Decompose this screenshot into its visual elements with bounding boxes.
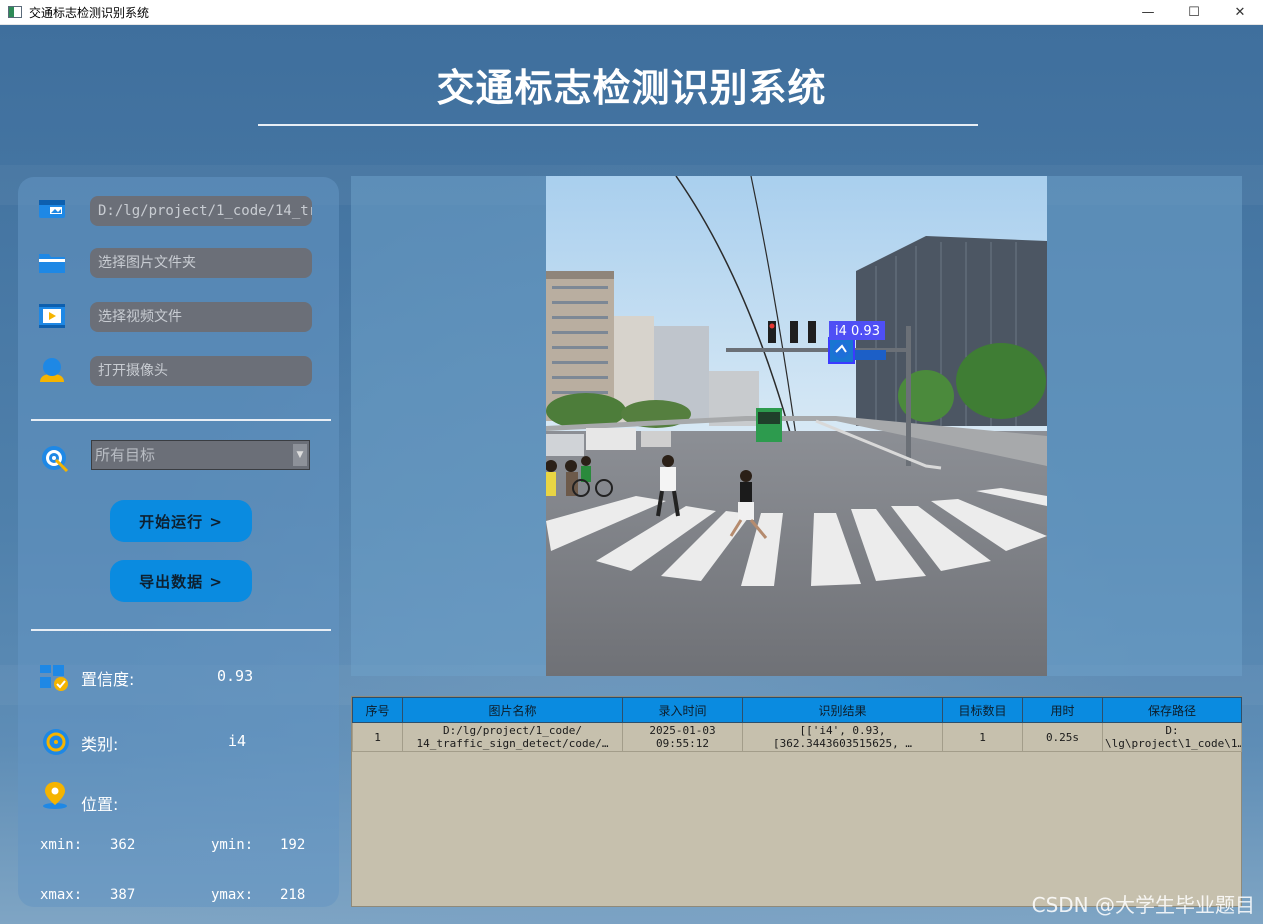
folder-icon[interactable]	[37, 247, 67, 277]
image-path-field[interactable]: D:/lg/project/1_code/14_tra	[90, 196, 312, 226]
cell-time[interactable]: 2025-01-03 09:55:12	[622, 722, 743, 752]
camera-field[interactable]: 打开摄像头	[90, 356, 312, 386]
cell-text: \lg\project\1_code\1…	[1105, 737, 1242, 750]
column-header[interactable]: 用时	[1022, 697, 1103, 723]
control-panel: D:/lg/project/1_code/14_tra 选择图片文件夹 选择视频…	[18, 177, 339, 907]
minimize-button[interactable]: —	[1125, 0, 1171, 24]
divider	[31, 629, 331, 631]
chevron-down-icon[interactable]: ▼	[293, 444, 307, 466]
confidence-label: 置信度:	[81, 670, 135, 689]
cell-result[interactable]: [['i4', 0.93, [362.3443603515625, …	[742, 722, 943, 752]
page-title: 交通标志检测识别系统	[436, 66, 827, 110]
cell-text: 09:55:12	[656, 737, 709, 750]
column-header[interactable]: 录入时间	[622, 697, 743, 723]
column-header[interactable]: 目标数目	[942, 697, 1023, 723]
cell-index[interactable]: 1	[352, 722, 403, 752]
cell-text: [['i4', 0.93,	[799, 724, 886, 737]
target-icon	[42, 446, 69, 473]
class-value: i4	[228, 732, 247, 750]
class-icon	[43, 729, 69, 755]
table-row[interactable]: 1 D:/lg/project/1_code/ 14_traffic_sign_…	[352, 722, 1242, 752]
cell-text: 14_traffic_sign_detect/code/…	[416, 737, 609, 750]
xmax-value: 387	[110, 887, 136, 903]
cell-text: D:	[1165, 724, 1179, 737]
results-table: 序号 图片名称 录入时间 识别结果 目标数目 用时 保存路径 1 D:/lg/p…	[351, 696, 1242, 907]
maximize-button[interactable]: ☐	[1171, 0, 1217, 24]
app-main: 交通标志检测识别系统 D:/lg/project/1_code/14_tra 选…	[0, 25, 1263, 924]
table-header-row: 序号 图片名称 录入时间 识别结果 目标数目 用时 保存路径	[352, 697, 1242, 723]
location-pin-icon	[43, 782, 67, 809]
confidence-icon	[40, 665, 68, 691]
street-scene-illustration: i4 0.93	[546, 176, 1047, 676]
close-button[interactable]: ✕	[1217, 0, 1263, 24]
image-display-panel: i4 0.93	[351, 176, 1242, 676]
column-header[interactable]: 图片名称	[402, 697, 623, 723]
image-file-icon[interactable]	[37, 194, 67, 224]
confidence-value: 0.93	[217, 667, 254, 685]
app-icon	[8, 6, 22, 18]
start-button[interactable]: 开始运行 >	[110, 500, 252, 542]
class-label: 类别:	[81, 735, 119, 754]
divider	[31, 419, 331, 421]
xmin-value: 362	[110, 837, 136, 853]
window-titlebar: 交通标志检测识别系统 — ☐ ✕	[0, 0, 1263, 25]
folder-path-field[interactable]: 选择图片文件夹	[90, 248, 312, 278]
column-header[interactable]: 序号	[352, 697, 403, 723]
ymin-value: 192	[280, 837, 306, 853]
export-button[interactable]: 导出数据 >	[110, 560, 252, 602]
video-path-field[interactable]: 选择视频文件	[90, 302, 312, 332]
title-underline	[258, 124, 978, 126]
xmin-label: xmin:	[40, 837, 83, 853]
window-title: 交通标志检测识别系统	[29, 5, 150, 20]
cell-text: [362.3443603515625, …	[772, 737, 913, 750]
cell-count[interactable]: 1	[942, 722, 1023, 752]
cell-save-path[interactable]: D: \lg\project\1_code\1…	[1102, 722, 1242, 752]
target-select[interactable]: 所有目标 ▼	[91, 440, 310, 470]
results-grid: 序号 图片名称 录入时间 识别结果 目标数目 用时 保存路径 1 D:/lg/p…	[352, 697, 1242, 752]
position-label: 位置:	[81, 795, 119, 814]
detection-box-label: i4 0.93	[835, 324, 880, 339]
detection-image: i4 0.93	[546, 176, 1047, 676]
cell-image-name[interactable]: D:/lg/project/1_code/ 14_traffic_sign_de…	[402, 722, 623, 752]
ymax-label: ymax:	[211, 887, 254, 903]
column-header[interactable]: 保存路径	[1102, 697, 1242, 723]
column-header[interactable]: 识别结果	[742, 697, 943, 723]
camera-icon[interactable]	[37, 355, 67, 385]
watermark: CSDN @大学生毕业题目	[1031, 893, 1255, 917]
window-controls: — ☐ ✕	[1125, 0, 1263, 24]
video-icon[interactable]	[37, 301, 67, 331]
cell-duration[interactable]: 0.25s	[1022, 722, 1103, 752]
cell-text: 2025-01-03	[649, 724, 716, 737]
ymin-label: ymin:	[211, 837, 254, 853]
cell-text: D:/lg/project/1_code/	[442, 724, 583, 737]
xmax-label: xmax:	[40, 887, 83, 903]
ymax-value: 218	[280, 887, 306, 903]
target-select-value: 所有目标	[95, 446, 156, 464]
